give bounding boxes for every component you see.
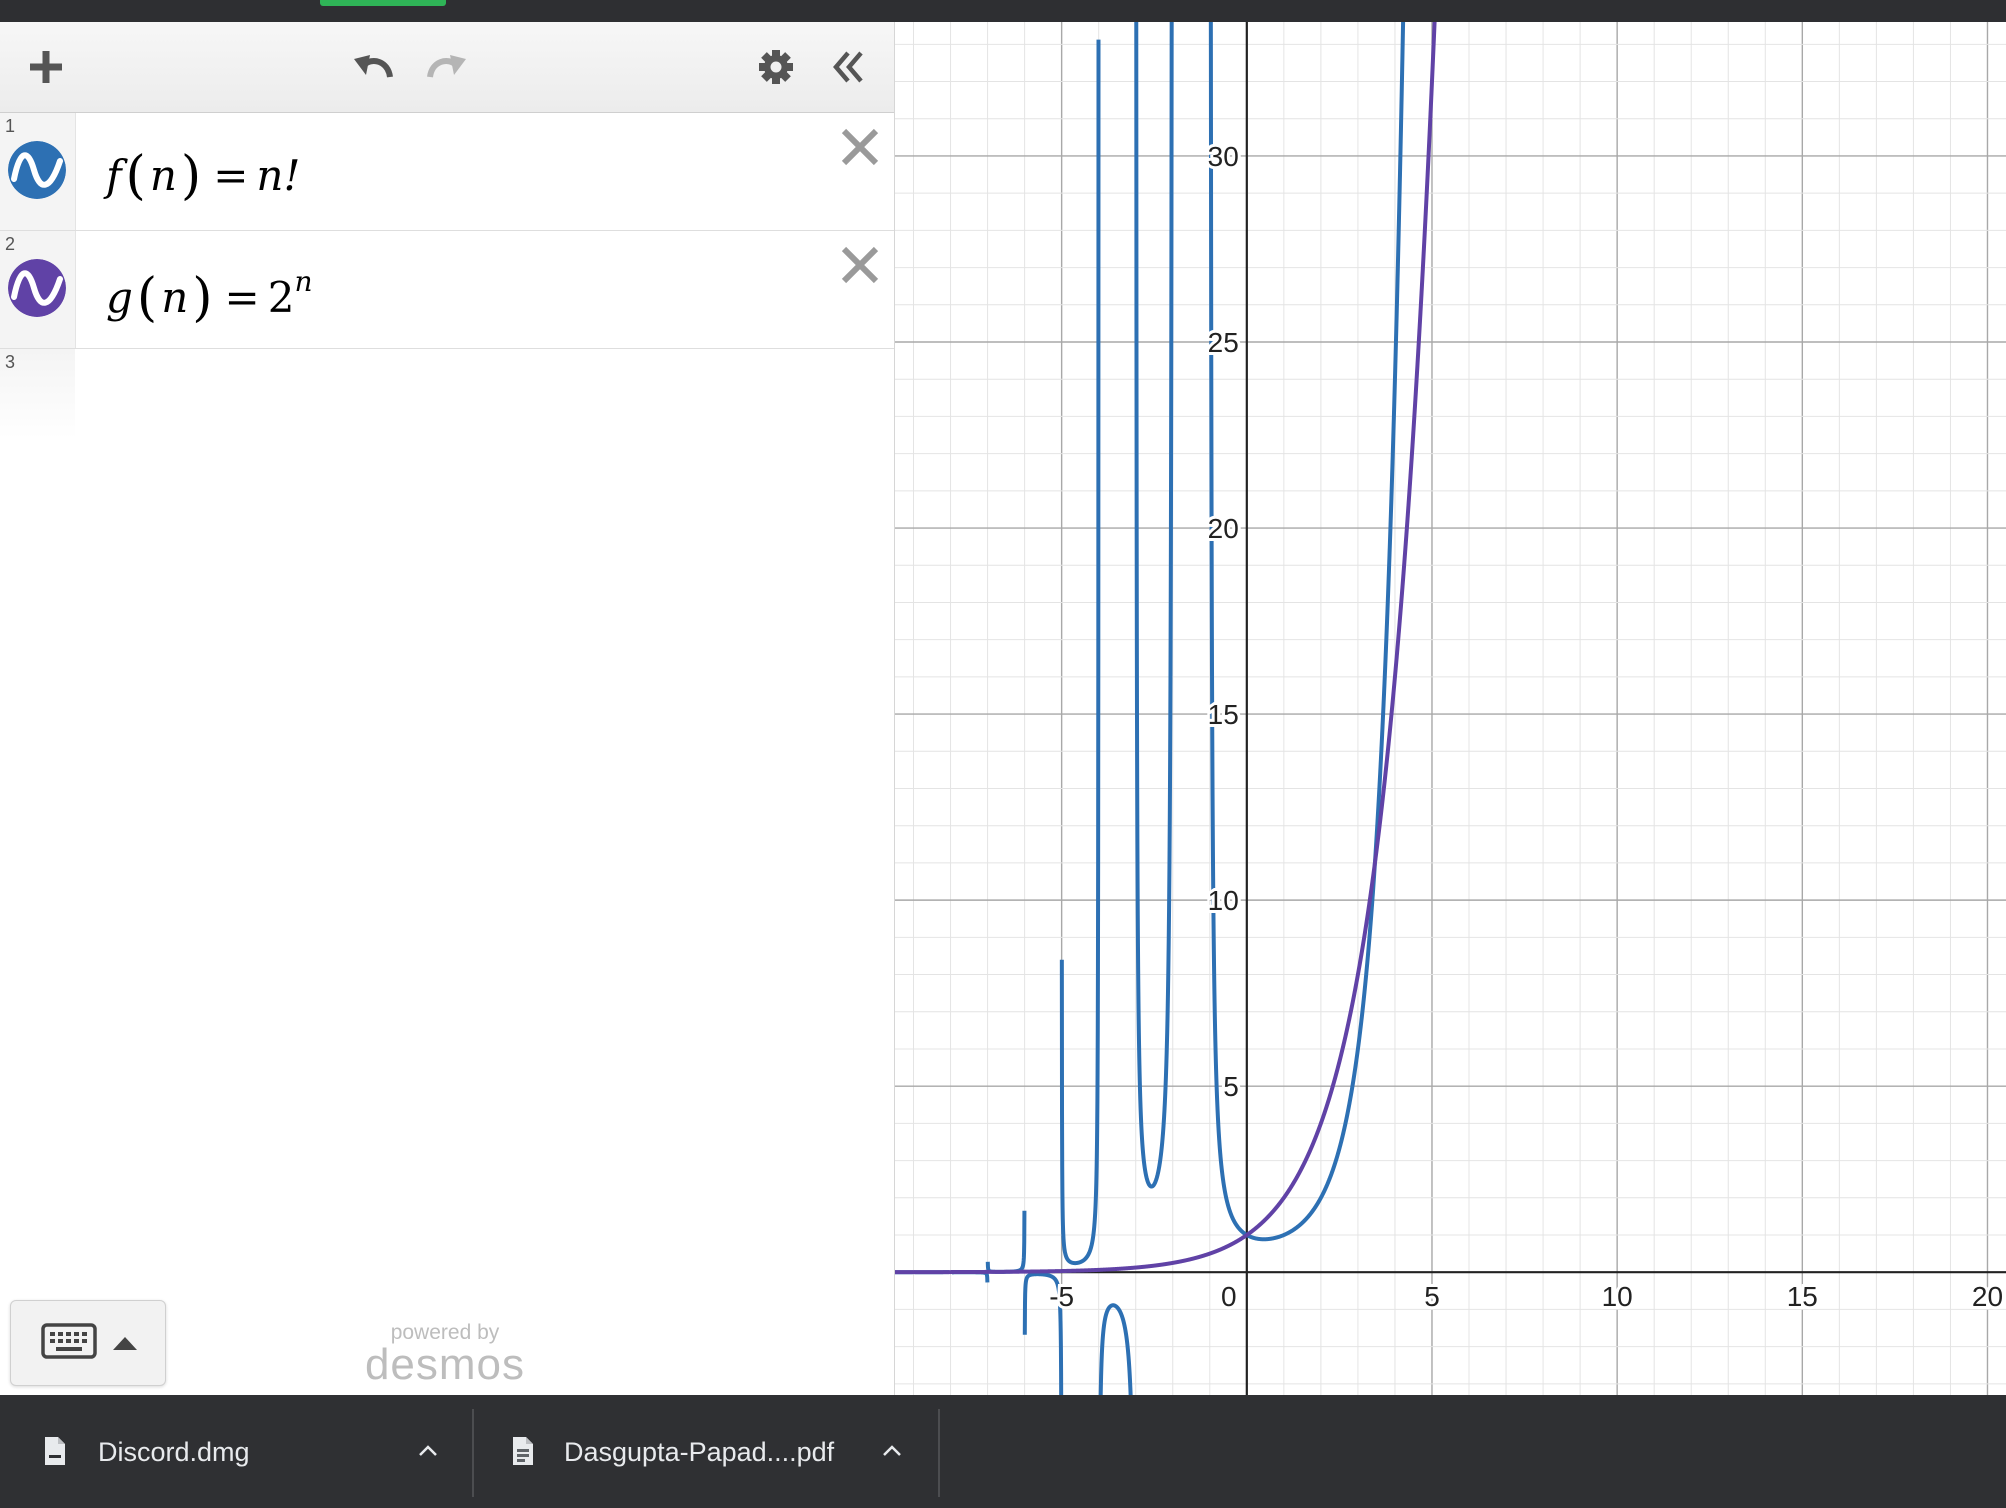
- expression-gutter: 1: [0, 113, 76, 230]
- file-icon: [45, 1437, 65, 1465]
- desmos-branding: powered by desmos: [340, 1322, 550, 1389]
- graph-wave-icon[interactable]: [8, 141, 66, 199]
- expression-number: 1: [5, 116, 16, 136]
- expression-gutter: 3: [0, 349, 75, 439]
- desmos-logo: desmos: [364, 1340, 526, 1389]
- chevron-up-icon[interactable]: [880, 1441, 904, 1459]
- x-tick-label: 10: [1602, 1281, 1633, 1312]
- redo-button[interactable]: [422, 44, 470, 90]
- close-icon[interactable]: [838, 243, 882, 287]
- function-name: g: [106, 273, 133, 322]
- download-separator: [938, 1409, 940, 1497]
- add-expression-button[interactable]: [22, 44, 70, 90]
- chevron-up-icon[interactable]: [416, 1441, 440, 1459]
- power-exponent: n: [294, 265, 313, 298]
- y-tick-label: 5: [1223, 1071, 1239, 1102]
- expression-formula[interactable]: g(n) = 2n: [106, 265, 313, 328]
- expression-number: 3: [5, 352, 16, 372]
- gear-icon: [759, 50, 793, 84]
- graph-paper[interactable]: -5 0 5 10 15 20 5 10 15 20 25 30: [895, 22, 2006, 1395]
- undo-button[interactable]: [350, 44, 398, 90]
- keypad-toggle-button[interactable]: [10, 1300, 166, 1386]
- y-tick-label: 30: [1208, 141, 1239, 172]
- expression-gutter: 2: [0, 231, 76, 348]
- collapse-panel-button[interactable]: [824, 44, 872, 90]
- expression-row-empty[interactable]: 3: [0, 349, 894, 439]
- x-tick-label: -5: [1049, 1281, 1074, 1312]
- y-tick-label: 20: [1208, 513, 1239, 544]
- function-argument: n: [161, 273, 189, 322]
- graph-canvas[interactable]: -5 0 5 10 15 20 5 10 15 20 25 30: [895, 22, 2006, 1395]
- pdf-file-icon: [513, 1437, 533, 1465]
- y-tick-label: 10: [1208, 885, 1239, 916]
- settings-button[interactable]: [752, 44, 800, 90]
- redo-icon: [427, 55, 466, 78]
- download-bar: Discord.dmg Dasgupta-Papad....pdf: [0, 1395, 2006, 1508]
- download-filename: Discord.dmg: [98, 1437, 250, 1467]
- triangle-up-icon: [113, 1337, 137, 1350]
- function-argument: n: [149, 151, 177, 200]
- download-item[interactable]: Discord.dmg: [0, 1395, 472, 1508]
- expression-number: 2: [5, 234, 16, 254]
- undo-icon: [354, 55, 393, 78]
- x-tick-label: 0: [1221, 1281, 1237, 1312]
- x-tick-label: 20: [1972, 1281, 2003, 1312]
- browser-top-bar: [0, 0, 2006, 22]
- active-tab-indicator[interactable]: [320, 0, 446, 6]
- y-tick-label: 15: [1208, 699, 1239, 730]
- curve-f: [895, 22, 1406, 1395]
- power-base: 2: [267, 273, 295, 322]
- y-tick-label: 25: [1208, 327, 1239, 358]
- close-icon[interactable]: [838, 125, 882, 169]
- graph-wave-icon[interactable]: [8, 259, 66, 317]
- keyboard-icon: [41, 1323, 97, 1359]
- expression-row[interactable]: 2 g(n) = 2n: [0, 231, 894, 349]
- expression-row[interactable]: 1 f(n) = n!: [0, 113, 894, 231]
- expression-toolbar: [0, 22, 894, 113]
- x-tick-label: 15: [1787, 1281, 1818, 1312]
- function-name: f: [106, 151, 122, 200]
- download-filename: Dasgupta-Papad....pdf: [564, 1437, 835, 1467]
- double-chevron-left-icon: [833, 51, 863, 83]
- plus-icon: [30, 51, 62, 83]
- expression-panel: 1 f(n) = n! 2 g(n) = 2n 3 powered by des…: [0, 22, 895, 1395]
- function-definition: n!: [256, 151, 301, 200]
- x-tick-label: 5: [1424, 1281, 1440, 1312]
- download-item[interactable]: Dasgupta-Papad....pdf: [474, 1395, 938, 1508]
- expression-formula[interactable]: f(n) = n!: [106, 143, 301, 206]
